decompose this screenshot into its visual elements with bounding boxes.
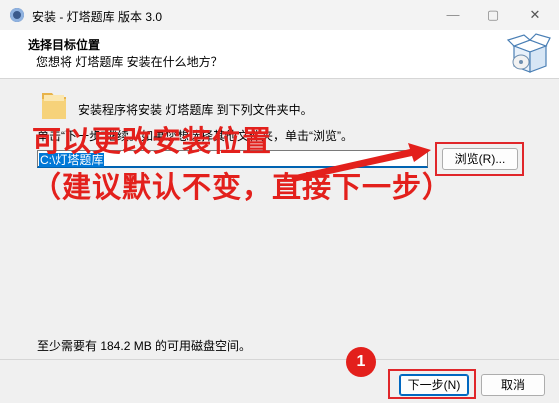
close-icon[interactable]: ✕ bbox=[521, 5, 549, 25]
page-subtitle: 您想将 灯塔题库 安装在什么地方？ bbox=[36, 55, 223, 69]
step-number-badge: 1 bbox=[346, 347, 376, 377]
cancel-button[interactable]: 取消 bbox=[481, 374, 545, 396]
maximize-icon[interactable]: ▢ bbox=[479, 5, 507, 25]
window-title: 安装 - 灯塔题库 版本 3.0 bbox=[32, 10, 163, 24]
disk-space-text: 至少需要有 184.2 MB 的可用磁盘空间。 bbox=[37, 339, 252, 353]
wizard-header: 选择目标位置 您想将 灯塔题库 安装在什么地方？ bbox=[0, 30, 559, 79]
app-icon bbox=[10, 8, 24, 22]
annotation-recommend-default: （建议默认不变，直接下一步） bbox=[32, 170, 453, 204]
browse-button[interactable]: 浏览(R)... bbox=[442, 148, 518, 170]
install-box-icon bbox=[506, 33, 551, 73]
wizard-footer: 下一步(N) 取消 bbox=[0, 359, 559, 403]
intro-text: 安装程序将安装 灯塔题库 到下列文件夹中。 bbox=[78, 103, 313, 117]
folder-icon bbox=[42, 93, 66, 119]
minimize-icon[interactable]: — bbox=[439, 5, 467, 25]
next-button[interactable]: 下一步(N) bbox=[399, 374, 469, 396]
page-title: 选择目标位置 bbox=[28, 38, 101, 52]
annotation-change-location: 可以更改安装位置 bbox=[32, 124, 273, 158]
title-bar: 安装 - 灯塔题库 版本 3.0 — ▢ ✕ bbox=[0, 0, 559, 31]
